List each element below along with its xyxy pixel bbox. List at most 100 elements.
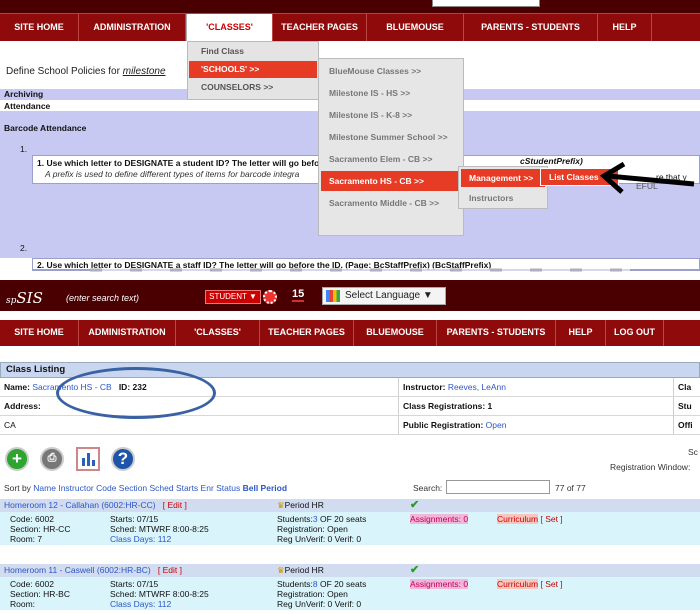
menu-bluemouse-classes[interactable]: BlueMouse Classes >> [321, 61, 461, 81]
record-edit-link[interactable]: [ Edit ] [163, 500, 187, 510]
public-registration-label: Public Registration: [403, 420, 486, 430]
report-chart-icon[interactable] [76, 447, 100, 471]
record-section: Section: HR-CC [10, 524, 71, 534]
school-submenu: Management >> Instructors [458, 166, 548, 209]
record-class-days[interactable]: Class Days: 112 [110, 599, 209, 609]
add-icon[interactable]: + [5, 447, 29, 471]
nav-teacher-pages[interactable]: TEACHER PAGES [273, 14, 367, 41]
gear-icon[interactable] [263, 290, 277, 304]
instructor-link[interactable]: Reeves, LeAnn [448, 382, 506, 392]
menu-sacramento-elem[interactable]: Sacramento Elem - CB >> [321, 149, 461, 169]
record-period-label: Period HR [284, 500, 324, 510]
instructor-label: Instructor: [403, 382, 448, 392]
record-starts: Starts: 07/15 [110, 579, 159, 589]
help-icon[interactable]: ? [111, 447, 135, 471]
student-dropdown-button[interactable]: STUDENT ▼ [205, 290, 261, 304]
record-code-col: Code: 6002 Section: HR-CC Room: 7 [10, 514, 70, 544]
students-label: Students: [277, 514, 313, 524]
header-search-input[interactable]: (enter search text) [66, 293, 139, 303]
item-2-number: 2. [20, 243, 28, 253]
public-registration-link[interactable]: Open [486, 420, 507, 430]
record-edit-link[interactable]: [ Edit ] [158, 565, 182, 575]
record-title-cell: Homeroom 12 - Callahan (6002:HR-CC) [ Ed… [4, 499, 187, 512]
school-link[interactable]: milestone [123, 66, 166, 77]
record-students: Students:8 OF 20 seats [277, 579, 366, 589]
select-language-dropdown[interactable]: Select Language ▼ [322, 287, 446, 305]
public-registration-cell: Public Registration: Open [398, 416, 506, 434]
nav-teacher-pages-2[interactable]: TEACHER PAGES [260, 320, 354, 346]
menu-sacramento-middle[interactable]: Sacramento Middle - CB >> [321, 193, 461, 213]
record-starts: Starts: 07/15 [110, 514, 159, 524]
record-1-body: Code: 6002 Section: HR-CC Room: 7 Starts… [0, 512, 700, 545]
menu-milestone-summer[interactable]: Milestone Summer School >> [321, 127, 461, 147]
record-1-header: Homeroom 12 - Callahan (6002:HR-CC) [ Ed… [0, 499, 700, 512]
google-translate-icon [326, 290, 340, 302]
record-registration: Registration: Open [277, 524, 348, 534]
checkmark-icon: ✔ [410, 564, 420, 576]
divider-strip [90, 268, 630, 272]
nav-parents-students[interactable]: PARENTS - STUDENTS [464, 14, 598, 41]
menu-schools[interactable]: 'SCHOOLS' >> [189, 61, 317, 78]
nav-logout[interactable]: LOG OUT [606, 320, 664, 346]
sort-bell-period[interactable]: Bell Period [243, 483, 287, 493]
page-title-text: Define School Policies for [6, 66, 123, 77]
record-verification: Reg UnVerif: 0 Verif: 0 [277, 599, 362, 609]
menu-sacramento-hs[interactable]: Sacramento HS - CB >> [321, 171, 461, 191]
menu-find-class[interactable]: Find Class [189, 43, 317, 60]
print-icon[interactable]: ⎙ [40, 447, 64, 471]
page-title: Define School Policies for milestone [6, 66, 166, 77]
record-sched-col: Starts: 07/15 Sched: MTWRF 8:00-8:25 Cla… [110, 514, 209, 544]
class-registrations: Class Registrations: 1 [398, 397, 492, 415]
offi-cell: Offi [673, 416, 693, 434]
nav-parents-students-2[interactable]: PARENTS - STUDENTS [437, 320, 556, 346]
menu-milestone-hs[interactable]: Milestone IS - HS >> [321, 83, 461, 103]
nav-help-2[interactable]: HELP [556, 320, 606, 346]
record-students-col: Students:8 OF 20 seats Registration: Ope… [277, 579, 366, 609]
nav-help[interactable]: HELP [598, 14, 652, 41]
nav-classes[interactable]: 'CLASSES' [186, 14, 273, 41]
menu-counselors[interactable]: COUNSELORS >> [189, 79, 317, 96]
sort-links[interactable]: Name Instructor Code Section Sched Start… [33, 483, 240, 493]
curriculum-set-link[interactable]: [ Set ] [540, 514, 562, 524]
sort-by-bar: Sort by Name Instructor Code Section Sch… [4, 483, 287, 493]
nav-administration[interactable]: ADMINISTRATION [79, 14, 186, 41]
nav-more[interactable] [652, 14, 700, 41]
menu-management[interactable]: Management >> [461, 169, 545, 187]
record-2-header: Homeroom 11 - Caswell (6002:HR-BC) [ Edi… [0, 564, 700, 577]
record-assignments-cell: Assignments: 0 [410, 579, 469, 589]
record-students-col: Students:3 OF 20 seats Registration: Ope… [277, 514, 366, 544]
spsis-logo: spSIS [6, 289, 43, 307]
nav-site-home[interactable]: SITE HOME [0, 14, 79, 41]
record-curriculum-cell: Curriculum [ Set ] [497, 579, 563, 589]
record-sched-col: Starts: 07/15 Sched: MTWRF 8:00-8:25 Cla… [110, 579, 209, 609]
record-title-link[interactable]: Homeroom 11 - Caswell (6002:HR-BC) [4, 565, 151, 575]
record-title-link[interactable]: Homeroom 12 - Callahan (6002:HR-CC) [4, 500, 156, 510]
students-seats: OF 20 seats [317, 514, 367, 524]
assignments-link[interactable]: Assignments: 0 [410, 514, 469, 524]
checkmark-icon: ✔ [410, 499, 420, 511]
calendar-badge[interactable]: 15 [292, 288, 305, 302]
cla-cell: Cla [673, 378, 691, 396]
top-header-bar [0, 0, 700, 13]
top-search-input[interactable] [432, 0, 540, 7]
nav-bluemouse[interactable]: BLUEMOUSE [367, 14, 464, 41]
record-2-body: Code: 6002 Section: HR-BC Room: Starts: … [0, 577, 700, 610]
nav-site-home-2[interactable]: SITE HOME [0, 320, 79, 346]
nav-administration-2[interactable]: ADMINISTRATION [79, 320, 176, 346]
record-class-days[interactable]: Class Days: 112 [110, 534, 209, 544]
menu-milestone-k8[interactable]: Milestone IS - K-8 >> [321, 105, 461, 125]
record-period-label: Period HR [284, 565, 324, 575]
info-row-state: CA Public Registration: Open Offi [0, 416, 700, 435]
classes-dropdown: Find Class 'SCHOOLS' >> COUNSELORS >> [187, 41, 319, 100]
state-value: CA [4, 420, 16, 430]
record-assignments-cell: Assignments: 0 [410, 514, 469, 524]
menu-instructors[interactable]: Instructors [461, 189, 545, 207]
curriculum-set-link[interactable]: [ Set ] [540, 579, 562, 589]
main-nav-bar: SITE HOME ADMINISTRATION 'CLASSES' TEACH… [0, 320, 700, 346]
nav-classes-2[interactable]: 'CLASSES' [176, 320, 260, 346]
logo-prefix: sp [6, 296, 17, 306]
assignments-link[interactable]: Assignments: 0 [410, 579, 469, 589]
nav-bluemouse-2[interactable]: BLUEMOUSE [354, 320, 437, 346]
bell-icon: ♛ [277, 500, 285, 510]
listing-search-input[interactable] [446, 480, 550, 494]
